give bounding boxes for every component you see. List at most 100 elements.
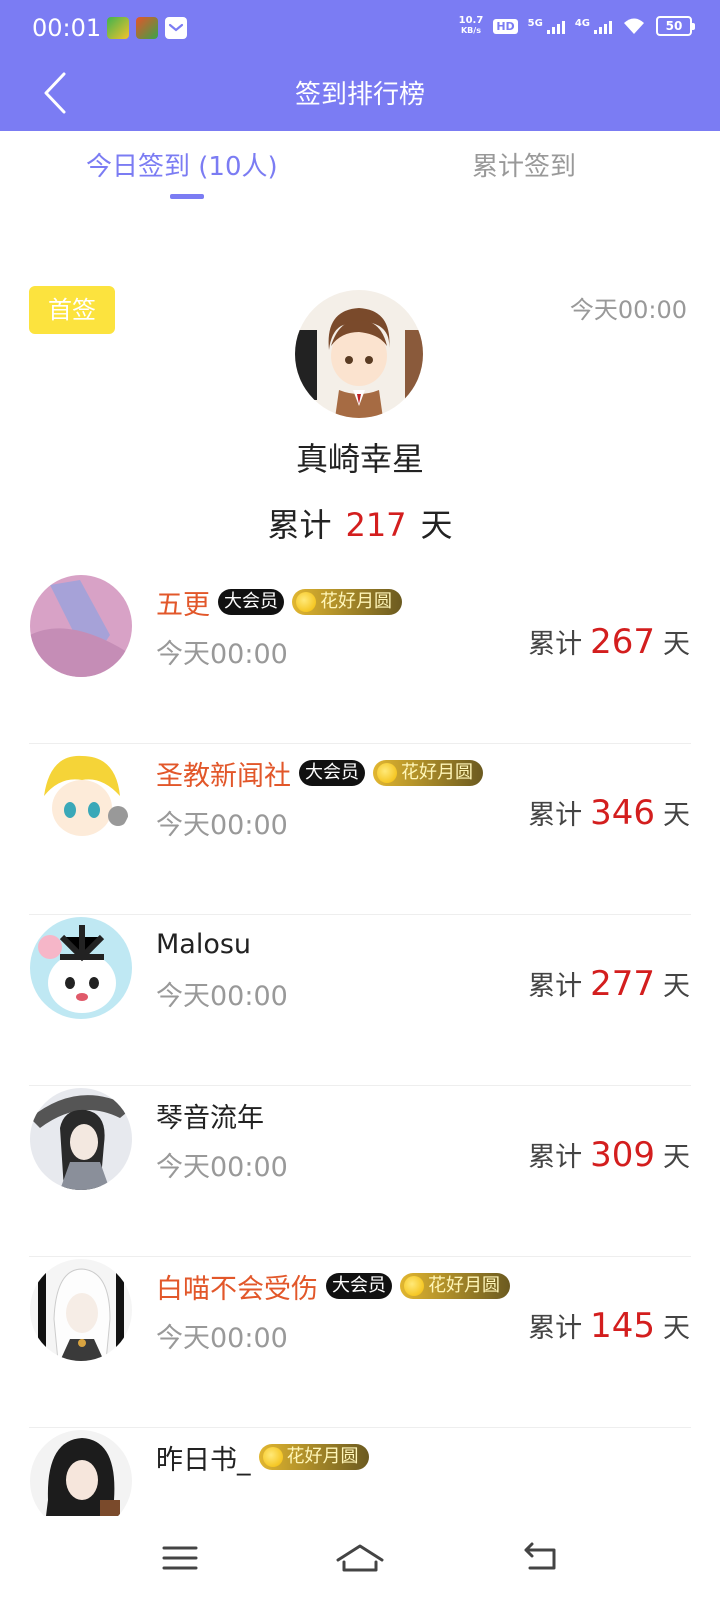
net-speed-unit: KB/s [460,26,481,35]
medal-badge: 花好月圆 [258,1444,369,1470]
medal-label: 花好月圆 [286,1446,359,1467]
menu-icon [162,1546,198,1570]
medal-label: 花好月圆 [320,591,392,612]
avatar [30,1259,132,1361]
medal-badge: 花好月圆 [400,1273,510,1299]
avatar [30,1430,132,1516]
avatar-image [295,290,423,418]
avatar [30,917,132,1019]
name-line: 琴音流年 [156,1098,264,1134]
sim1-label: 5G [527,18,543,29]
avatar-image [30,575,132,677]
name-line: 五更 大会员 花好月圆 [156,585,402,621]
list-item[interactable]: 五更 大会员 花好月圆 今天00:00 累计 267 天 [0,570,720,744]
avatar [30,746,132,848]
list-item[interactable]: 昨日书_ 花好月圆 [0,1425,720,1516]
tab-today-signin[interactable]: 今日签到 (10人) [86,146,278,183]
hd-badge: HD [493,18,518,34]
battery-icon: 50 [656,16,695,36]
total-days: 217 [345,506,407,544]
home-button[interactable] [332,1530,388,1586]
total-prefix: 累计 [528,1142,583,1173]
total-days-label: 累计 145 天 [528,1306,690,1346]
app-notification-icon [107,17,129,39]
total-suffix: 天 [663,971,690,1002]
medal-label: 花好月圆 [428,1275,500,1296]
signin-time: 今天00:00 [156,1323,288,1354]
net-speed: 10.7 KB/s [459,16,484,36]
vip-badge: 大会员 [299,760,365,786]
total-suffix: 天 [663,629,690,660]
net-speed-value: 10.7 [458,15,484,26]
title-bar: 签到排行榜 [0,56,720,131]
total-days: 346 [590,793,655,833]
moon-icon [377,763,397,783]
page-title: 签到排行榜 [294,80,425,110]
user-name: Malosu [156,928,252,960]
total-prefix: 累计 [528,1313,583,1344]
list-item[interactable]: 白喵不会受伤 大会员 花好月圆 今天00:00 累计 145 天 [0,1254,720,1428]
total-prefix: 累计 [528,629,583,660]
signin-time: 今天00:00 [156,981,288,1012]
list-item[interactable]: Malosu 今天00:00 累计 277 天 [0,912,720,1086]
avatar [30,1088,132,1190]
moon-icon [262,1447,283,1467]
medal-badge: 花好月圆 [373,760,483,786]
moon-icon [296,592,316,612]
name-line: Malosu [156,927,251,961]
avatar-image [30,1259,132,1361]
status-time: 00:01 [32,14,102,42]
user-name: 五更 [156,589,210,621]
first-sign-avatar[interactable] [295,290,423,418]
home-icon [336,1544,384,1572]
list-item[interactable]: 圣教新闻社 大会员 花好月圆 今天00:00 累计 346 天 [0,741,720,915]
message-notification-icon [165,17,187,39]
signin-time: 今天00:00 [156,810,288,841]
tab-total-signin[interactable]: 累计签到 [472,146,576,183]
vip-badge: 大会员 [218,589,284,615]
first-sign-badge: 首签 [29,286,115,334]
moon-icon [404,1276,424,1296]
total-suffix: 天 [420,506,453,544]
signin-time: 今天00:00 [156,639,288,670]
first-sign-time: 今天00:00 [569,296,687,324]
avatar-image [30,1430,132,1516]
user-name: 琴音流年 [156,1102,264,1134]
user-name: 圣教新闻社 [156,760,291,792]
avatar-image [30,746,132,848]
total-days-label: 累计 267 天 [528,622,690,662]
user-name: 白喵不会受伤 [156,1273,318,1305]
vip-badge: 大会员 [326,1273,392,1299]
signal-4g-icon: 4G [575,18,612,34]
tab-indicator [170,194,204,199]
total-prefix: 累计 [528,800,583,831]
total-days-label: 累计 346 天 [528,793,690,833]
medal-badge: 花好月圆 [292,589,402,615]
user-name: 昨日书_ [156,1444,251,1476]
list-item[interactable]: 琴音流年 今天00:00 累计 309 天 [0,1083,720,1257]
signin-time: 今天00:00 [156,1152,288,1183]
medal-label: 花好月圆 [401,762,473,783]
total-days: 267 [590,622,655,662]
total-prefix: 累计 [267,506,332,544]
total-days: 145 [590,1306,655,1346]
first-sign-total: 累计 217 天 [0,500,720,546]
return-button[interactable] [512,1530,568,1586]
name-line: 昨日书_ 花好月圆 [156,1440,369,1476]
total-suffix: 天 [663,1313,690,1344]
back-arrow-icon [524,1542,556,1570]
total-prefix: 累计 [528,971,583,1002]
name-line: 白喵不会受伤 大会员 花好月圆 [156,1269,510,1305]
total-suffix: 天 [663,1142,690,1173]
tab-bar: 今日签到 (10人) 累计签到 [0,131,720,206]
menu-button[interactable] [152,1530,208,1586]
avatar-image [30,1088,132,1190]
status-indicators: 10.7 KB/s HD 5G 4G 50 [459,16,695,36]
wifi-icon [624,18,644,34]
avatar-image [30,917,132,1019]
game-notification-icon [136,17,158,39]
app-header: 00:01 10.7 KB/s HD 5G 4G 50 签到排行榜 [0,0,720,131]
signal-5g-icon: 5G [528,18,565,34]
sim2-label: 4G [574,18,590,29]
total-days: 309 [590,1135,655,1175]
